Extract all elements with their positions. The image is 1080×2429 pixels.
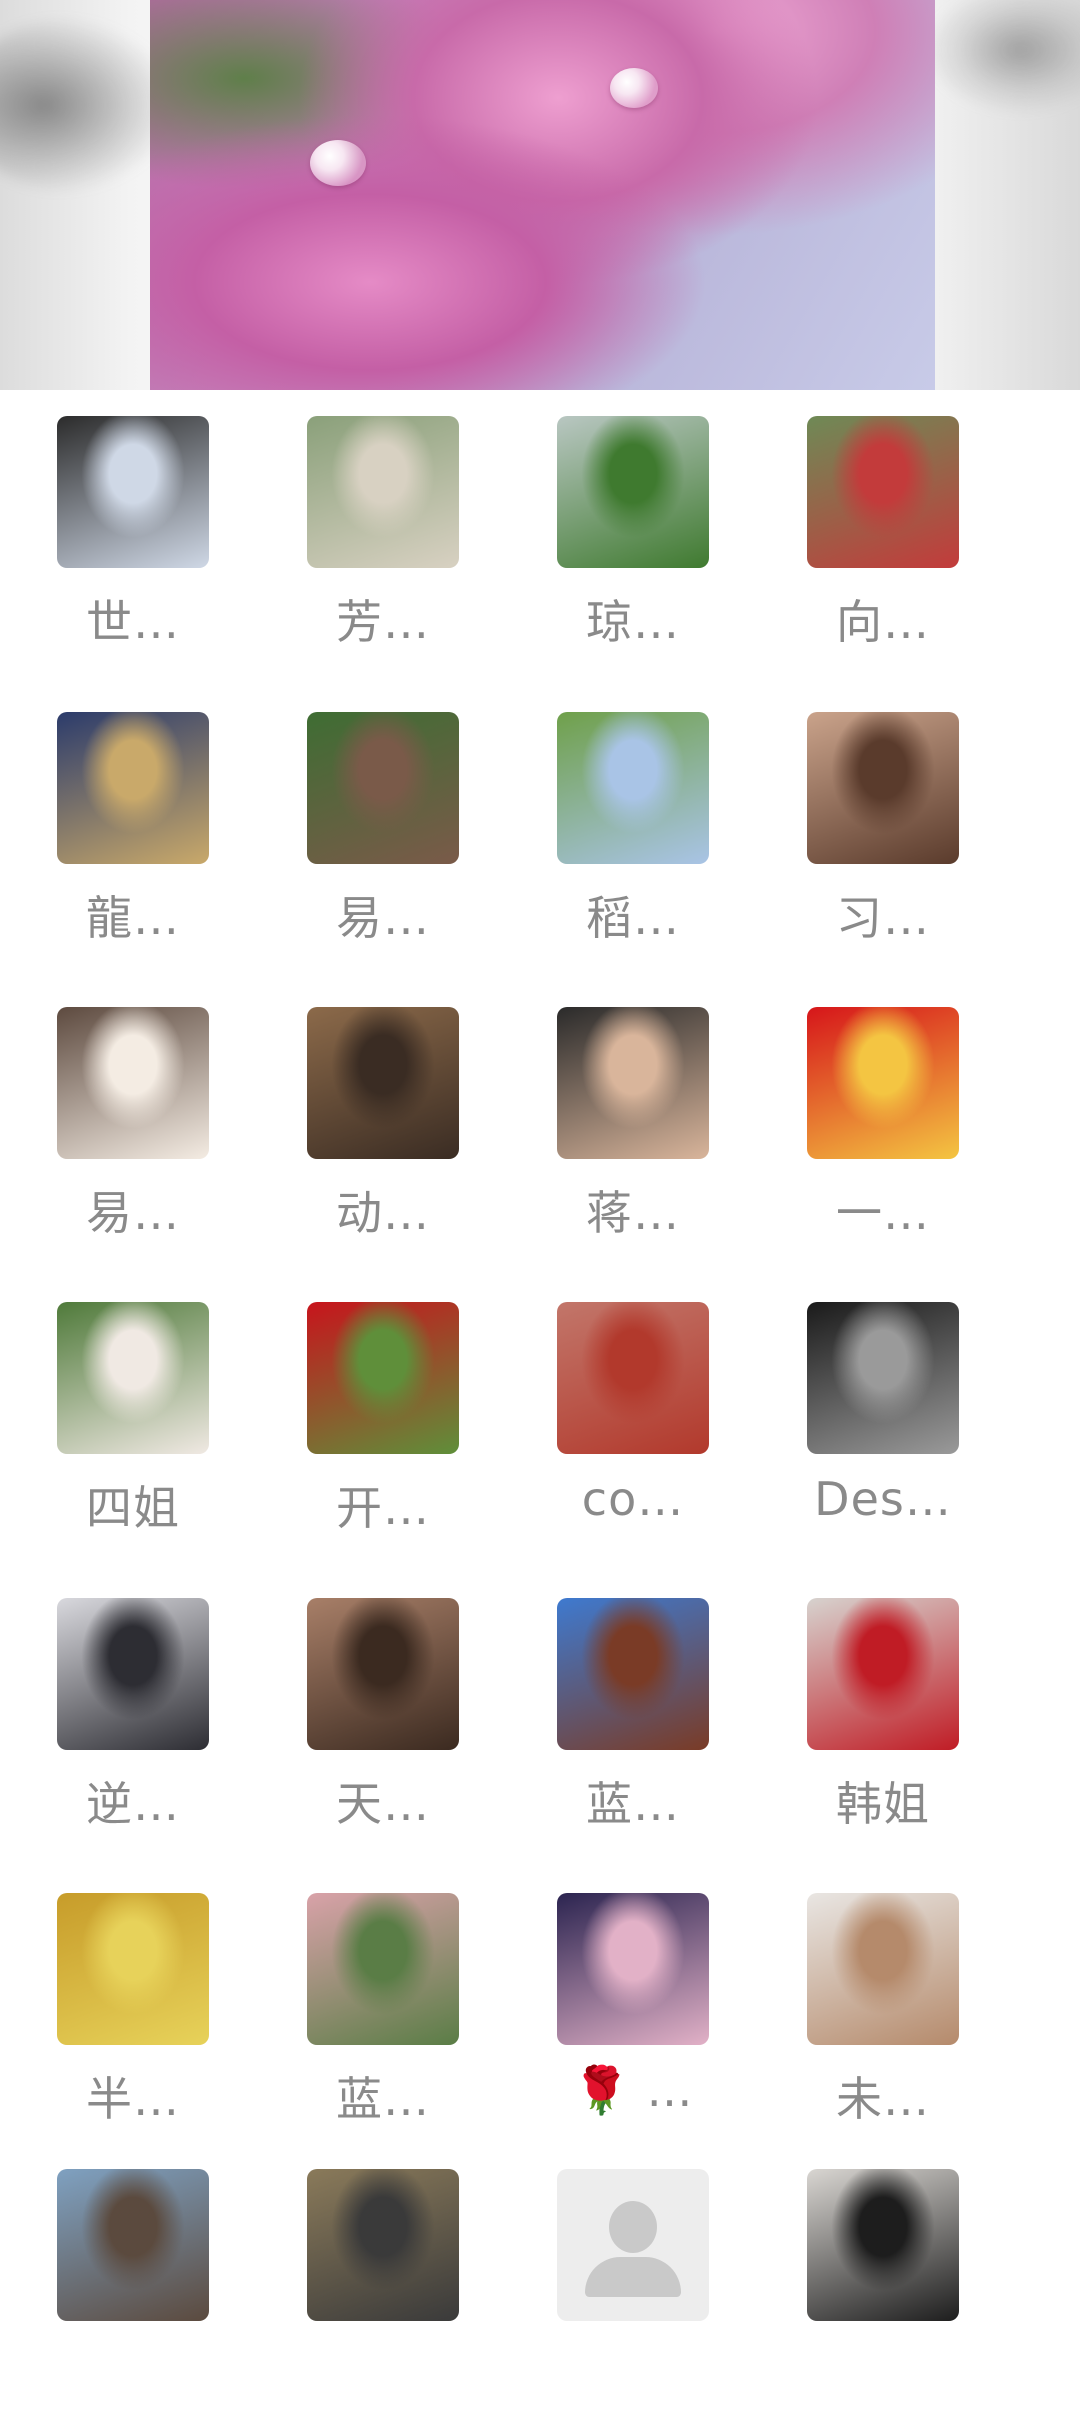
member-avatar[interactable] bbox=[57, 2169, 209, 2321]
member-avatar[interactable] bbox=[557, 1598, 709, 1750]
member-avatar[interactable] bbox=[307, 1598, 459, 1750]
member-avatar[interactable] bbox=[307, 1302, 459, 1454]
member-avatar[interactable] bbox=[807, 1007, 959, 1159]
member-avatar[interactable] bbox=[57, 1893, 209, 2045]
member-avatar[interactable] bbox=[557, 416, 709, 568]
cover-photo[interactable] bbox=[150, 0, 935, 390]
member-avatar[interactable] bbox=[557, 1007, 709, 1159]
member-avatar[interactable] bbox=[807, 712, 959, 864]
default-user-icon bbox=[585, 2257, 681, 2297]
member-cell[interactable]: 蓝… bbox=[282, 1893, 502, 2153]
member-cell[interactable]: 四姐 bbox=[32, 1302, 252, 1562]
member-cell[interactable]: 蒋… bbox=[532, 1007, 752, 1267]
ink-wash-decoration bbox=[930, 0, 1080, 110]
water-drop bbox=[610, 68, 658, 108]
member-cell[interactable]: 琼… bbox=[532, 416, 752, 676]
member-avatar[interactable] bbox=[557, 712, 709, 864]
member-avatar[interactable] bbox=[57, 416, 209, 568]
member-name: 易… bbox=[86, 1186, 180, 1240]
member-cell[interactable]: co… bbox=[532, 1302, 752, 1562]
member-avatar[interactable] bbox=[557, 1302, 709, 1454]
member-cell[interactable]: 习… bbox=[782, 712, 1002, 972]
member-name: 🌹 … bbox=[572, 2063, 694, 2117]
member-name: 琼… bbox=[586, 595, 680, 649]
member-avatar[interactable] bbox=[57, 1302, 209, 1454]
member-avatar[interactable] bbox=[807, 416, 959, 568]
member-avatar[interactable] bbox=[57, 1007, 209, 1159]
member-cell[interactable]: 一… bbox=[782, 1007, 1002, 1267]
member-cell[interactable] bbox=[782, 2169, 1002, 2429]
member-name: 蓝… bbox=[336, 2072, 430, 2126]
member-cell[interactable] bbox=[32, 2169, 252, 2429]
member-name: 开… bbox=[336, 1481, 430, 1535]
member-name: 龍… bbox=[86, 891, 180, 945]
member-name: 向… bbox=[836, 595, 930, 649]
member-avatar[interactable] bbox=[807, 1302, 959, 1454]
member-cell[interactable]: 天… bbox=[282, 1598, 502, 1858]
member-cell[interactable]: 蓝… bbox=[532, 1598, 752, 1858]
member-name: 习… bbox=[836, 891, 930, 945]
member-avatar[interactable] bbox=[307, 1893, 459, 2045]
member-name: 天… bbox=[336, 1777, 430, 1831]
member-cell[interactable]: 易… bbox=[282, 712, 502, 972]
member-cell[interactable]: 易… bbox=[32, 1007, 252, 1267]
member-name: 芳… bbox=[336, 595, 430, 649]
member-name: 半… bbox=[86, 2072, 180, 2126]
member-avatar[interactable] bbox=[807, 1893, 959, 2045]
member-name: 未… bbox=[836, 2072, 930, 2126]
member-name: 逆… bbox=[86, 1777, 180, 1831]
member-name: 蒋… bbox=[586, 1186, 680, 1240]
member-cell[interactable] bbox=[282, 2169, 502, 2429]
member-cell[interactable]: 动… bbox=[282, 1007, 502, 1267]
member-name: co… bbox=[581, 1472, 685, 1526]
member-name: 蓝… bbox=[586, 1777, 680, 1831]
member-cell[interactable] bbox=[532, 2169, 752, 2429]
member-cell[interactable]: 向… bbox=[782, 416, 1002, 676]
member-avatar[interactable] bbox=[307, 2169, 459, 2321]
group-cover-header bbox=[0, 0, 1080, 390]
member-cell[interactable]: 开… bbox=[282, 1302, 502, 1562]
member-cell[interactable]: 龍… bbox=[32, 712, 252, 972]
member-cell[interactable]: 稻… bbox=[532, 712, 752, 972]
water-drop bbox=[310, 140, 366, 186]
member-cell[interactable]: Des… bbox=[782, 1302, 1002, 1562]
member-name: 易… bbox=[336, 891, 430, 945]
member-cell[interactable]: 芳… bbox=[282, 416, 502, 676]
member-avatar[interactable] bbox=[57, 1598, 209, 1750]
member-name: 一… bbox=[836, 1186, 930, 1240]
member-name: 韩姐 bbox=[836, 1777, 930, 1831]
default-user-icon bbox=[609, 2201, 657, 2253]
member-name: 稻… bbox=[586, 891, 680, 945]
member-cell[interactable]: 世… bbox=[32, 416, 252, 676]
member-avatar[interactable] bbox=[557, 1893, 709, 2045]
member-avatar[interactable] bbox=[307, 1007, 459, 1159]
member-avatar[interactable] bbox=[57, 712, 209, 864]
member-cell[interactable]: 未… bbox=[782, 1893, 1002, 2153]
member-name: 世… bbox=[86, 595, 180, 649]
member-avatar[interactable] bbox=[557, 2169, 709, 2321]
member-cell[interactable]: 逆… bbox=[32, 1598, 252, 1858]
member-cell[interactable]: 🌹 … bbox=[532, 1893, 752, 2153]
member-avatar[interactable] bbox=[807, 2169, 959, 2321]
member-avatar[interactable] bbox=[807, 1598, 959, 1750]
member-name: 动… bbox=[336, 1186, 430, 1240]
ink-wash-decoration bbox=[0, 20, 170, 190]
member-cell[interactable]: 韩姐 bbox=[782, 1598, 1002, 1858]
member-avatar[interactable] bbox=[307, 416, 459, 568]
member-name: Des… bbox=[814, 1472, 952, 1526]
member-cell[interactable]: 半… bbox=[32, 1893, 252, 2153]
member-name: 四姐 bbox=[86, 1481, 180, 1535]
member-avatar[interactable] bbox=[307, 712, 459, 864]
